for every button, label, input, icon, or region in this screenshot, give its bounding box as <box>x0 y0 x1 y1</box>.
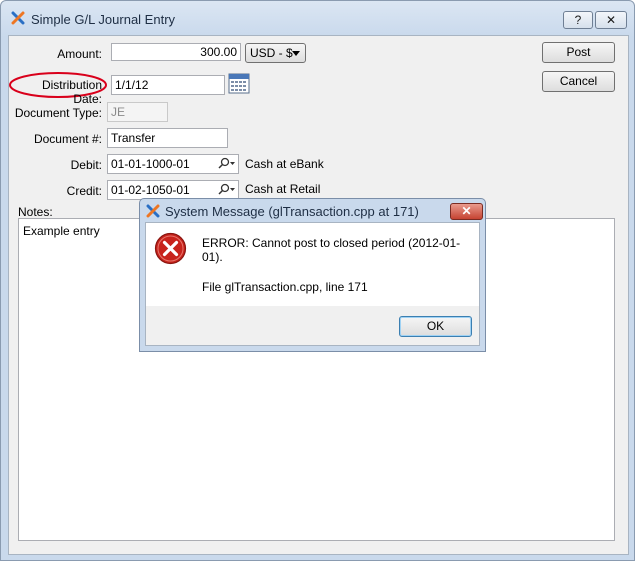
credit-search-icon[interactable] <box>216 183 236 197</box>
debit-label: Debit: <box>70 158 102 172</box>
error-message: ERROR: Cannot post to closed period (201… <box>202 236 461 264</box>
file-location: File glTransaction.cpp, line 171 <box>202 280 368 294</box>
amount-input[interactable]: 300.00 <box>111 43 241 61</box>
ok-button[interactable]: OK <box>399 316 472 337</box>
dialog-client: ERROR: Cannot post to closed period (201… <box>145 222 480 346</box>
notes-text: Example entry <box>23 224 100 238</box>
debit-description: Cash at eBank <box>245 157 324 171</box>
currency-value: USD - $ <box>250 46 293 60</box>
credit-description: Cash at Retail <box>245 182 321 196</box>
amount-label: Amount: <box>57 47 102 61</box>
calendar-icon[interactable] <box>228 73 250 94</box>
error-icon <box>154 232 187 265</box>
document-type-input: JE <box>107 102 168 122</box>
post-button[interactable]: Post <box>542 42 615 63</box>
app-logo-icon <box>146 204 160 218</box>
chevron-down-icon <box>292 51 300 56</box>
help-button[interactable]: ? <box>563 11 593 29</box>
document-type-label: Document Type: <box>14 106 102 120</box>
cancel-button[interactable]: Cancel <box>542 71 615 92</box>
dialog-close-button[interactable]: ✕ <box>450 203 483 220</box>
credit-label: Credit: <box>66 184 102 198</box>
dialog-title: System Message (glTransaction.cpp at 171… <box>165 204 419 219</box>
document-number-input[interactable]: Transfer <box>107 128 228 148</box>
system-message-dialog: System Message (glTransaction.cpp at 171… <box>139 198 486 352</box>
debit-search-icon[interactable] <box>216 157 236 171</box>
notes-label: Notes: <box>18 205 53 219</box>
window-title: Simple G/L Journal Entry <box>31 12 176 27</box>
window-close-button[interactable]: ✕ <box>595 11 627 29</box>
distribution-date-input[interactable]: 1/1/12 <box>111 75 225 95</box>
document-number-label: Document #: <box>33 132 102 146</box>
dialog-message-area: ERROR: Cannot post to closed period (201… <box>146 223 479 306</box>
currency-select[interactable]: USD - $ <box>245 43 306 63</box>
distribution-date-label: Distribution Date: <box>41 78 102 106</box>
app-logo-icon <box>11 11 25 25</box>
